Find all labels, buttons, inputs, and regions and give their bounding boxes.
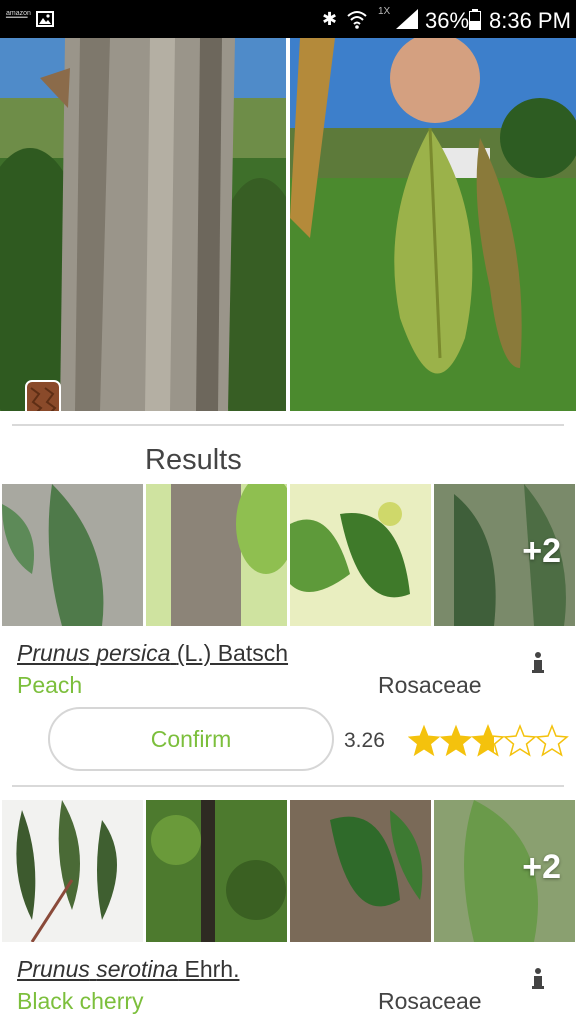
- bluetooth-icon: ✱: [322, 9, 338, 29]
- query-photo-bark[interactable]: [0, 38, 286, 411]
- species-common-name: Peach: [17, 672, 83, 698]
- wifi-icon: [347, 11, 367, 29]
- rating-stars: [408, 725, 568, 756]
- star-full-icon: [440, 725, 472, 756]
- battery-icon: [469, 9, 481, 30]
- query-photo-leaf[interactable]: [290, 38, 576, 411]
- star-empty-icon: [536, 725, 568, 756]
- result-image[interactable]: +2: [434, 484, 575, 626]
- species-scientific-name[interactable]: Prunus persica (L.) Batsch: [17, 640, 288, 667]
- species-family: Rosaceae: [378, 672, 482, 698]
- more-images-badge[interactable]: +2: [522, 848, 561, 887]
- species-scientific-name[interactable]: Prunus serotina Ehrh.: [17, 956, 239, 983]
- bark-organ-icon: [25, 380, 61, 411]
- result-image[interactable]: [290, 484, 431, 626]
- bark-photo-image: [0, 38, 286, 411]
- divider: [12, 785, 564, 787]
- amazon-notification-icon: amazon ▔▔▔▔: [6, 10, 31, 25]
- signal-icon: [396, 9, 418, 29]
- star-full-icon: [408, 725, 440, 756]
- result-image[interactable]: [290, 800, 431, 942]
- result-image[interactable]: +2: [434, 800, 575, 942]
- result-image[interactable]: [146, 484, 287, 626]
- battery-percent: 36%: [425, 8, 470, 33]
- star-partial-icon: [472, 725, 504, 756]
- result-image[interactable]: [2, 800, 143, 942]
- species-common-name: Black cherry: [17, 988, 144, 1014]
- result-1-images[interactable]: +2: [0, 484, 576, 626]
- species-family: Rosaceae: [378, 988, 482, 1014]
- clock: 8:36 PM: [489, 8, 571, 33]
- star-empty-icon: [504, 725, 536, 756]
- more-images-badge[interactable]: +2: [522, 532, 561, 571]
- image-notification-icon: [36, 11, 54, 27]
- match-score: 3.26: [344, 729, 385, 752]
- result-image[interactable]: [146, 800, 287, 942]
- divider: [12, 424, 564, 426]
- result-image[interactable]: [2, 484, 143, 626]
- result-2-images[interactable]: +2: [0, 800, 576, 942]
- network-type-label: 1X: [378, 6, 391, 17]
- results-title: Results: [145, 444, 242, 476]
- info-icon[interactable]: [531, 968, 545, 990]
- info-icon[interactable]: [531, 652, 545, 674]
- confirm-button[interactable]: Confirm: [48, 707, 334, 771]
- status-bar: amazon ▔▔▔▔ ✱ 1X 36% 8:36 PM: [0, 0, 576, 38]
- leaf-photo-image: [290, 38, 576, 411]
